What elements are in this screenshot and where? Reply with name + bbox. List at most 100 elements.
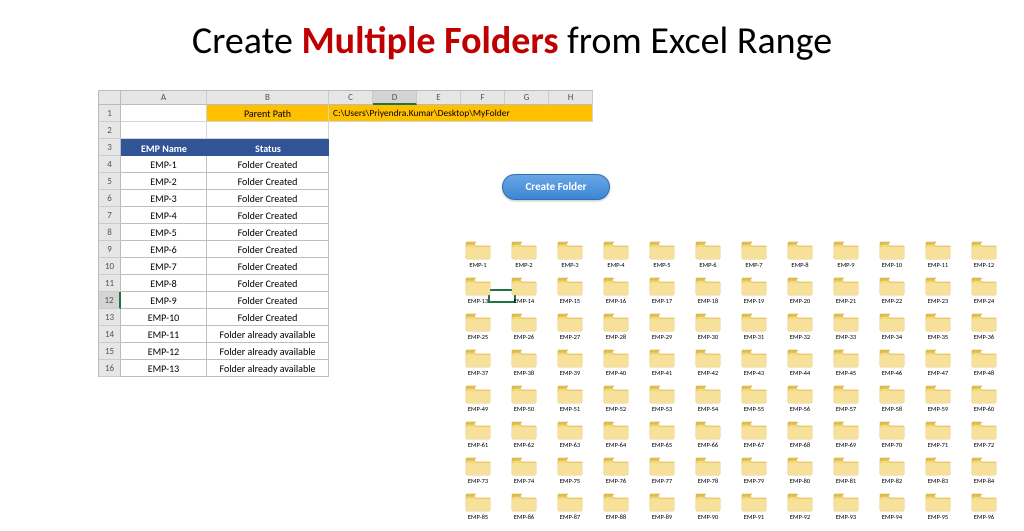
emp-name-cell[interactable]: EMP-10 bbox=[121, 309, 207, 326]
folder-item[interactable]: EMP-15 bbox=[547, 276, 593, 312]
folder-item[interactable]: EMP-56 bbox=[777, 384, 823, 420]
folder-item[interactable]: EMP-94 bbox=[869, 492, 915, 528]
emp-name-cell[interactable]: EMP-11 bbox=[121, 326, 207, 343]
folder-item[interactable]: EMP-9 bbox=[823, 240, 869, 276]
status-cell[interactable]: Folder Created bbox=[207, 190, 329, 207]
header-emp-name[interactable]: EMP Name bbox=[121, 139, 207, 156]
cell-a2[interactable] bbox=[121, 122, 207, 139]
folder-item[interactable]: EMP-79 bbox=[731, 456, 777, 492]
folder-item[interactable]: EMP-64 bbox=[593, 420, 639, 456]
col-header-c[interactable]: C bbox=[329, 91, 373, 105]
folder-item[interactable]: EMP-67 bbox=[731, 420, 777, 456]
emp-name-cell[interactable]: EMP-13 bbox=[121, 360, 207, 377]
col-header-d[interactable]: D bbox=[373, 91, 417, 105]
row-header-5[interactable]: 5 bbox=[99, 173, 121, 190]
emp-name-cell[interactable]: EMP-2 bbox=[121, 173, 207, 190]
emp-name-cell[interactable]: EMP-9 bbox=[121, 292, 207, 309]
folder-item[interactable]: EMP-21 bbox=[823, 276, 869, 312]
folder-item[interactable]: EMP-4 bbox=[593, 240, 639, 276]
folder-item[interactable]: EMP-50 bbox=[501, 384, 547, 420]
folder-item[interactable]: EMP-73 bbox=[455, 456, 501, 492]
status-cell[interactable]: Folder Created bbox=[207, 156, 329, 173]
folder-item[interactable]: EMP-87 bbox=[547, 492, 593, 528]
folder-item[interactable]: EMP-42 bbox=[685, 348, 731, 384]
row-header-11[interactable]: 11 bbox=[99, 275, 121, 292]
row-header-13[interactable]: 13 bbox=[99, 309, 121, 326]
folder-item[interactable]: EMP-69 bbox=[823, 420, 869, 456]
folder-item[interactable]: EMP-91 bbox=[731, 492, 777, 528]
col-header-a[interactable]: A bbox=[121, 91, 207, 105]
folder-item[interactable]: EMP-6 bbox=[685, 240, 731, 276]
row-header-8[interactable]: 8 bbox=[99, 224, 121, 241]
folder-item[interactable]: EMP-96 bbox=[961, 492, 1007, 528]
folder-item[interactable]: EMP-62 bbox=[501, 420, 547, 456]
emp-name-cell[interactable]: EMP-3 bbox=[121, 190, 207, 207]
folder-item[interactable]: EMP-60 bbox=[961, 384, 1007, 420]
folder-item[interactable]: EMP-52 bbox=[593, 384, 639, 420]
folder-item[interactable]: EMP-74 bbox=[501, 456, 547, 492]
folder-item[interactable]: EMP-76 bbox=[593, 456, 639, 492]
row-header-12[interactable]: 12 bbox=[99, 292, 121, 309]
folder-item[interactable]: EMP-66 bbox=[685, 420, 731, 456]
row-header-4[interactable]: 4 bbox=[99, 156, 121, 173]
status-cell[interactable]: Folder already available bbox=[207, 326, 329, 343]
folder-item[interactable]: EMP-18 bbox=[685, 276, 731, 312]
folder-item[interactable]: EMP-30 bbox=[685, 312, 731, 348]
folder-item[interactable]: EMP-41 bbox=[639, 348, 685, 384]
folder-item[interactable]: EMP-46 bbox=[869, 348, 915, 384]
cell-a1[interactable] bbox=[121, 105, 207, 122]
folder-item[interactable]: EMP-90 bbox=[685, 492, 731, 528]
folder-item[interactable]: EMP-65 bbox=[639, 420, 685, 456]
status-cell[interactable]: Folder Created bbox=[207, 309, 329, 326]
folder-item[interactable]: EMP-13 bbox=[455, 276, 501, 312]
folder-item[interactable]: EMP-71 bbox=[915, 420, 961, 456]
row-header-9[interactable]: 9 bbox=[99, 241, 121, 258]
emp-name-cell[interactable]: EMP-5 bbox=[121, 224, 207, 241]
folder-item[interactable]: EMP-1 bbox=[455, 240, 501, 276]
folder-item[interactable]: EMP-61 bbox=[455, 420, 501, 456]
folder-item[interactable]: EMP-95 bbox=[915, 492, 961, 528]
folder-item[interactable]: EMP-83 bbox=[915, 456, 961, 492]
col-header-g[interactable]: G bbox=[505, 91, 549, 105]
folder-item[interactable]: EMP-93 bbox=[823, 492, 869, 528]
emp-name-cell[interactable]: EMP-4 bbox=[121, 207, 207, 224]
status-cell[interactable]: Folder Created bbox=[207, 224, 329, 241]
folder-item[interactable]: EMP-24 bbox=[961, 276, 1007, 312]
folder-item[interactable]: EMP-72 bbox=[961, 420, 1007, 456]
row-header-10[interactable]: 10 bbox=[99, 258, 121, 275]
emp-name-cell[interactable]: EMP-12 bbox=[121, 343, 207, 360]
folder-item[interactable]: EMP-68 bbox=[777, 420, 823, 456]
folder-item[interactable]: EMP-26 bbox=[501, 312, 547, 348]
folder-item[interactable]: EMP-43 bbox=[731, 348, 777, 384]
emp-name-cell[interactable]: EMP-6 bbox=[121, 241, 207, 258]
folder-item[interactable]: EMP-77 bbox=[639, 456, 685, 492]
status-cell[interactable]: Folder Created bbox=[207, 207, 329, 224]
folder-item[interactable]: EMP-44 bbox=[777, 348, 823, 384]
folder-item[interactable]: EMP-48 bbox=[961, 348, 1007, 384]
folder-item[interactable]: EMP-3 bbox=[547, 240, 593, 276]
col-header-f[interactable]: F bbox=[461, 91, 505, 105]
row-header-15[interactable]: 15 bbox=[99, 343, 121, 360]
folder-item[interactable]: EMP-19 bbox=[731, 276, 777, 312]
status-cell[interactable]: Folder Created bbox=[207, 173, 329, 190]
folder-item[interactable]: EMP-11 bbox=[915, 240, 961, 276]
folder-item[interactable]: EMP-78 bbox=[685, 456, 731, 492]
header-status[interactable]: Status bbox=[207, 139, 329, 156]
row-header-1[interactable]: 1 bbox=[99, 105, 121, 122]
status-cell[interactable]: Folder Created bbox=[207, 241, 329, 258]
folder-item[interactable]: EMP-53 bbox=[639, 384, 685, 420]
folder-item[interactable]: EMP-54 bbox=[685, 384, 731, 420]
folder-item[interactable]: EMP-85 bbox=[455, 492, 501, 528]
folder-item[interactable]: EMP-31 bbox=[731, 312, 777, 348]
folder-item[interactable]: EMP-45 bbox=[823, 348, 869, 384]
folder-item[interactable]: EMP-36 bbox=[961, 312, 1007, 348]
folder-item[interactable]: EMP-80 bbox=[777, 456, 823, 492]
cell-b2[interactable] bbox=[207, 122, 329, 139]
folder-item[interactable]: EMP-16 bbox=[593, 276, 639, 312]
folder-item[interactable]: EMP-10 bbox=[869, 240, 915, 276]
folder-item[interactable]: EMP-92 bbox=[777, 492, 823, 528]
status-cell[interactable]: Folder Created bbox=[207, 258, 329, 275]
folder-item[interactable]: EMP-34 bbox=[869, 312, 915, 348]
parent-path-value[interactable]: C:\Users\Priyendra.Kumar\Desktop\MyFolde… bbox=[329, 105, 593, 122]
folder-item[interactable]: EMP-23 bbox=[915, 276, 961, 312]
